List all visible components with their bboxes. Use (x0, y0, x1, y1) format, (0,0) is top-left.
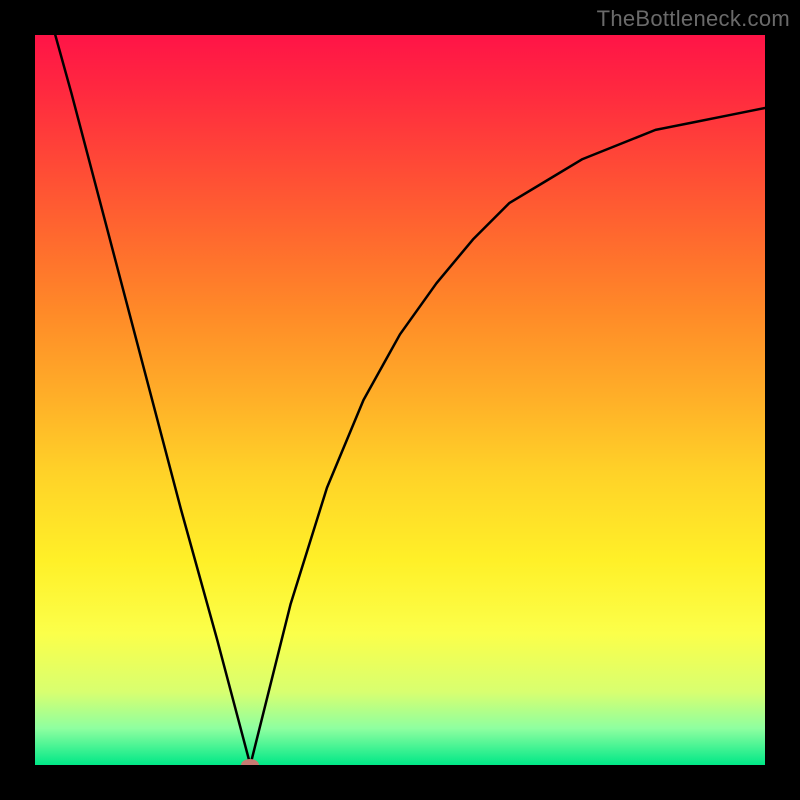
watermark-text: TheBottleneck.com (597, 6, 790, 32)
optimum-marker-icon (241, 759, 259, 765)
bottleneck-curve (35, 35, 765, 765)
chart-frame: TheBottleneck.com (0, 0, 800, 800)
plot-area (35, 35, 765, 765)
